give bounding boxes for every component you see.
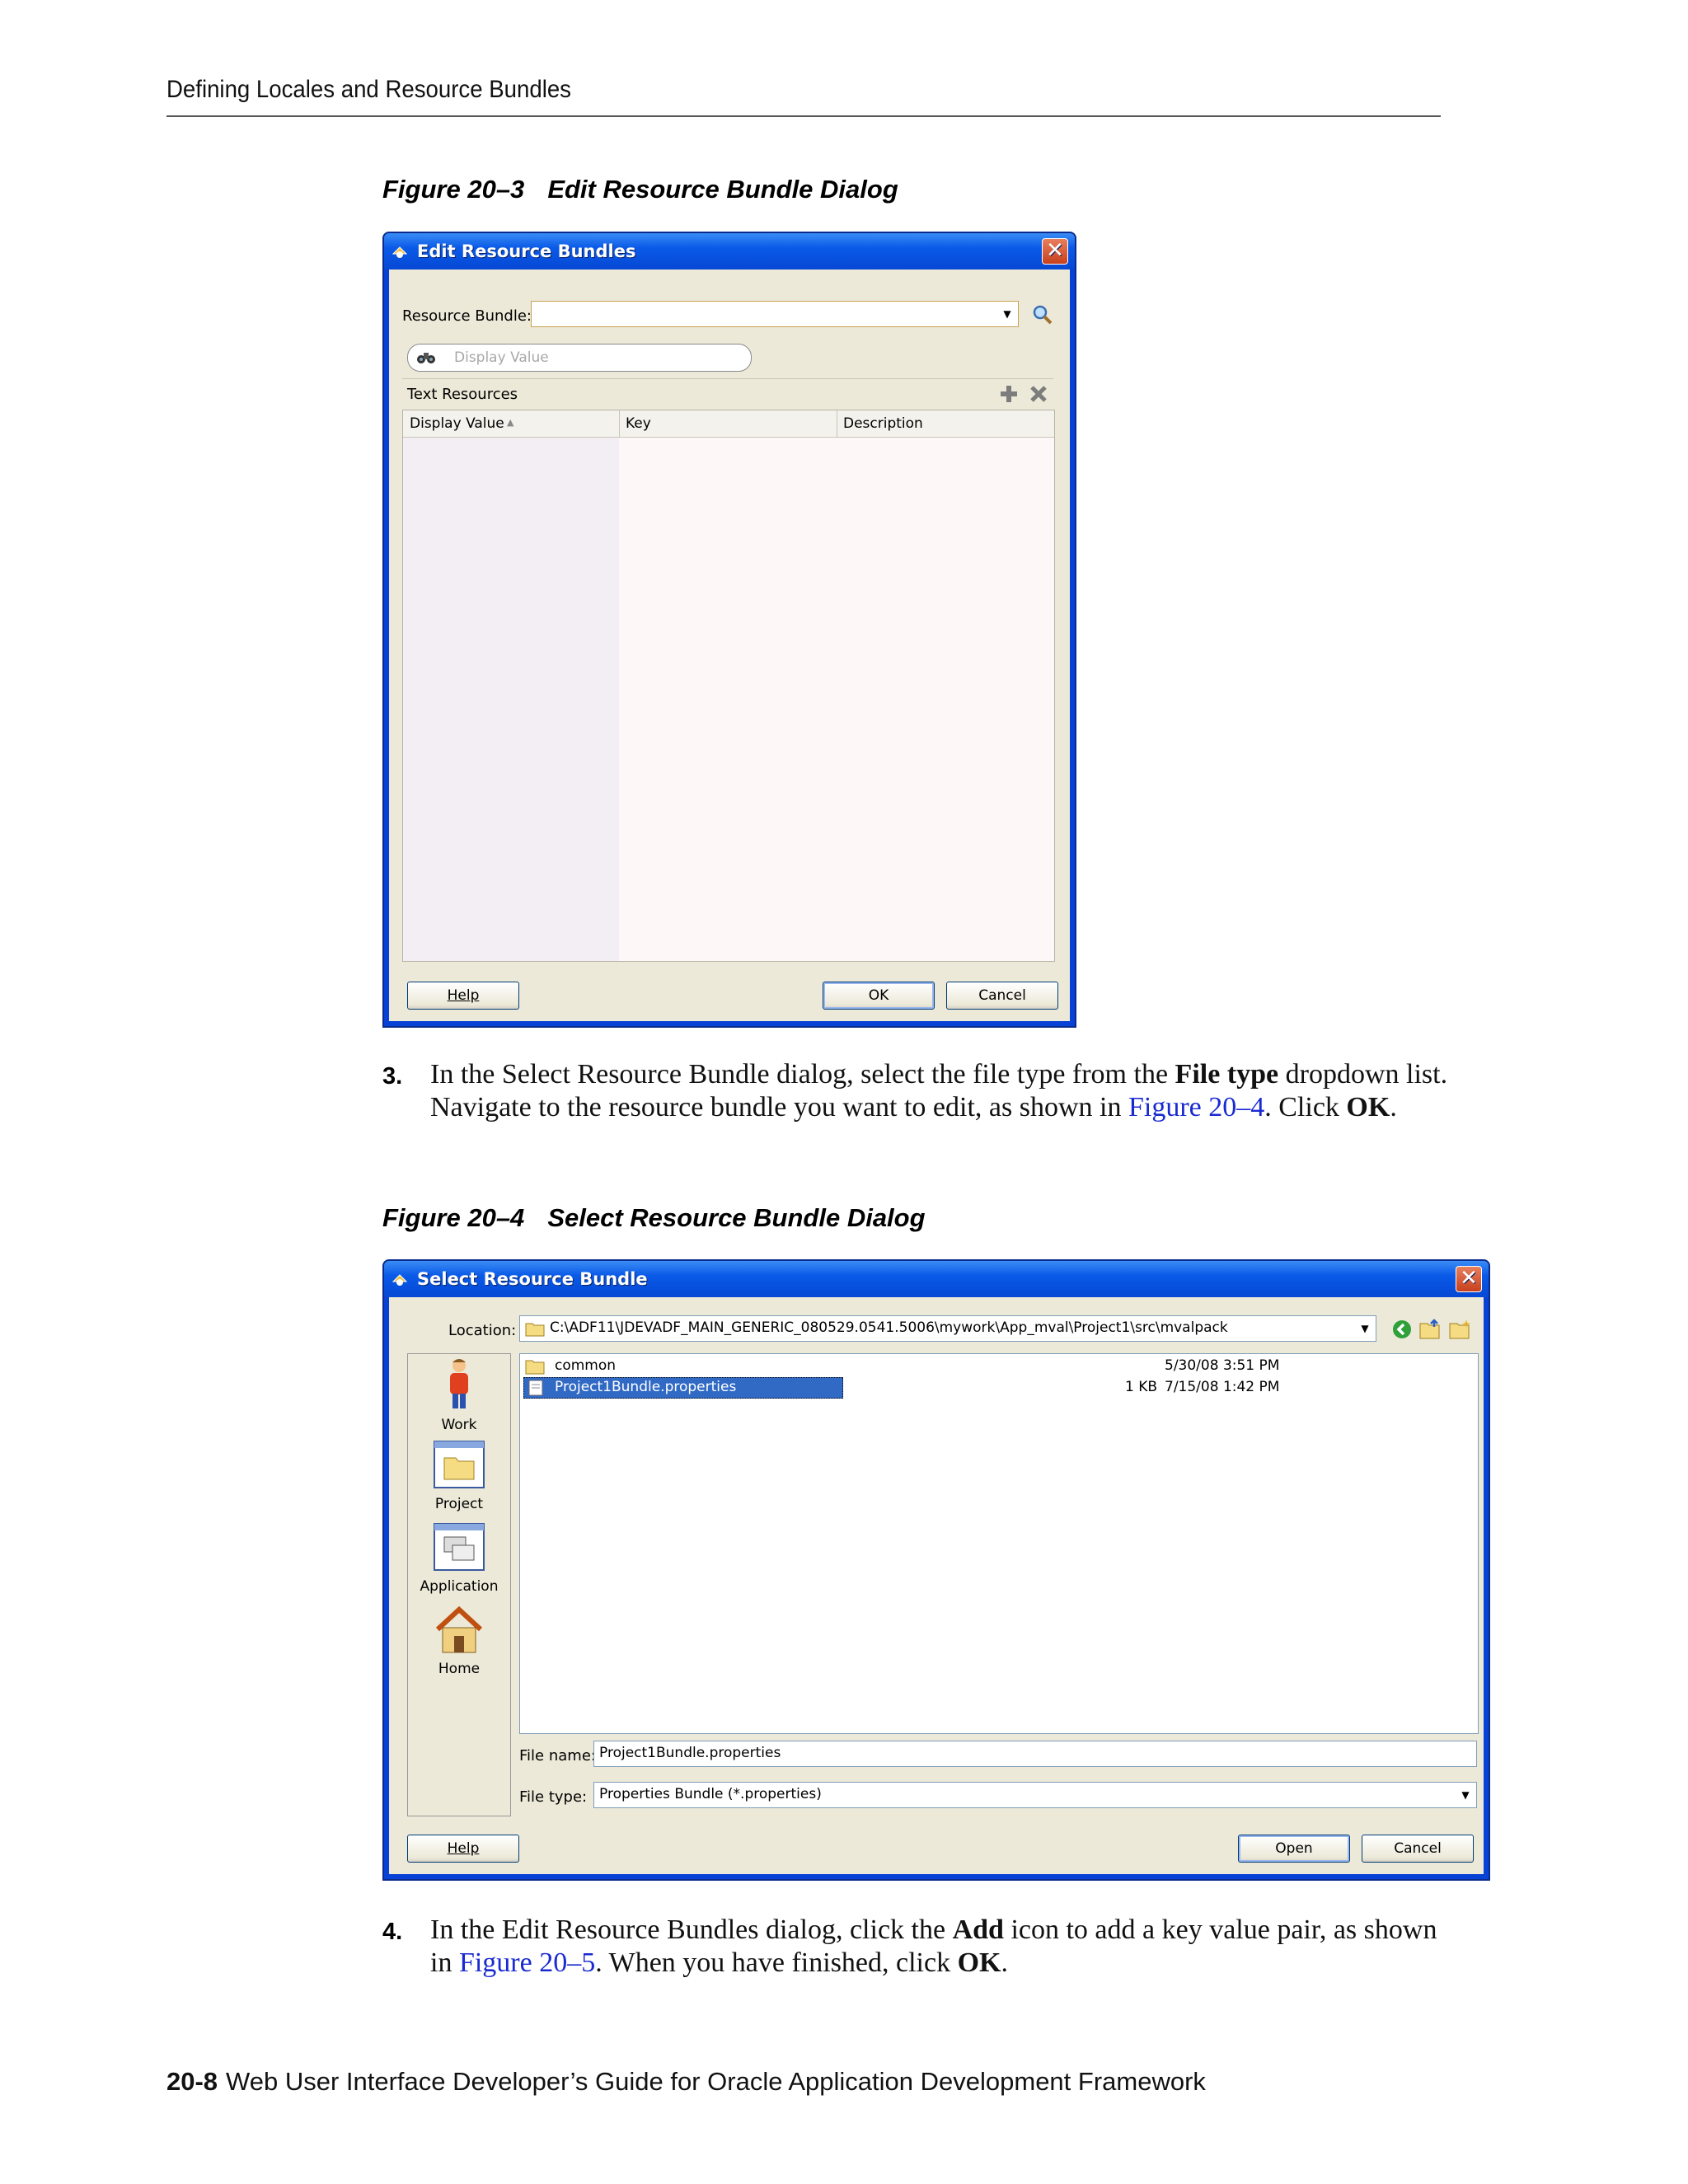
chevron-down-icon: ▼ bbox=[1003, 308, 1011, 320]
figure-title: Edit Resource Bundle Dialog bbox=[547, 175, 898, 204]
text-resources-table: Display Value ▲ Key Description bbox=[402, 410, 1055, 962]
step-4-text: In the Edit Resource Bundles dialog, cli… bbox=[430, 1915, 1437, 1978]
jdeveloper-icon bbox=[392, 1274, 408, 1286]
book-title: Web User Interface Developer’s Guide for… bbox=[226, 2067, 1206, 2096]
resource-bundle-label: Resource Bundle: bbox=[402, 307, 532, 325]
location-dropdown[interactable]: C:\ADF11\JDEVADF_MAIN_GENERIC_080529.054… bbox=[519, 1315, 1376, 1342]
page-number: 20-8 bbox=[166, 2067, 218, 2096]
header-rule bbox=[166, 115, 1441, 117]
file-name-input[interactable]: Project1Bundle.properties bbox=[593, 1741, 1477, 1767]
project-icon bbox=[434, 1441, 485, 1488]
figure-number: Figure 20–4 bbox=[382, 1203, 525, 1232]
dialog-titlebar: Edit Resource Bundles ✕ bbox=[384, 233, 1075, 269]
column-header-key[interactable]: Key bbox=[619, 410, 837, 437]
text-resources-label: Text Resources bbox=[407, 386, 518, 403]
new-folder-icon[interactable] bbox=[1449, 1319, 1472, 1340]
cancel-button[interactable]: Cancel bbox=[946, 982, 1058, 1010]
dialog-title: Edit Resource Bundles bbox=[417, 241, 636, 261]
user-icon bbox=[450, 1359, 468, 1408]
folder-icon bbox=[525, 1360, 545, 1375]
figure-link[interactable]: Figure 20–5 bbox=[459, 1947, 595, 1978]
places-bar: Work Project Application Home bbox=[407, 1353, 511, 1816]
list-item[interactable]: common 5/30/08 3:51 PM bbox=[523, 1356, 1471, 1377]
up-folder-icon[interactable] bbox=[1419, 1319, 1442, 1340]
column-header-description[interactable]: Description bbox=[837, 410, 1054, 437]
step-number: 4. bbox=[382, 1919, 403, 1945]
sort-ascending-icon: ▲ bbox=[507, 417, 514, 428]
places-item-project[interactable]: Project bbox=[408, 1440, 510, 1522]
figure-link[interactable]: Figure 20–4 bbox=[1128, 1092, 1264, 1122]
table-header-row: Display Value ▲ Key Description bbox=[403, 410, 1054, 438]
select-resource-bundle-dialog: Select Resource Bundle ✕ Location: C:\AD… bbox=[382, 1259, 1490, 1881]
search-icon[interactable] bbox=[1032, 304, 1053, 326]
display-value-search-field[interactable]: Display Value bbox=[407, 344, 752, 372]
file-name-label: File name: bbox=[519, 1747, 596, 1765]
step-number: 3. bbox=[382, 1063, 403, 1090]
figure-number: Figure 20–3 bbox=[382, 175, 525, 204]
folder-icon bbox=[525, 1323, 545, 1337]
help-button[interactable]: Help bbox=[407, 982, 519, 1010]
help-button[interactable]: Help bbox=[407, 1835, 519, 1863]
cancel-button[interactable]: Cancel bbox=[1362, 1835, 1474, 1863]
file-type-label: File type: bbox=[519, 1788, 588, 1806]
places-item-application[interactable]: Application bbox=[408, 1522, 510, 1605]
figure-caption: Figure 20–4 Select Resource Bundle Dialog bbox=[382, 1203, 926, 1233]
places-item-work[interactable]: Work bbox=[408, 1357, 510, 1440]
close-button[interactable]: ✕ bbox=[1042, 238, 1068, 265]
dialog-titlebar: Select Resource Bundle ✕ bbox=[384, 1261, 1489, 1297]
chevron-down-icon: ▼ bbox=[1461, 1789, 1470, 1801]
dialog-title: Select Resource Bundle bbox=[417, 1269, 648, 1289]
figure-title: Select Resource Bundle Dialog bbox=[547, 1203, 926, 1232]
running-header: Defining Locales and Resource Bundles bbox=[166, 76, 571, 103]
delete-icon[interactable] bbox=[1029, 384, 1048, 404]
dialog-client: Location: C:\ADF11\JDEVADF_MAIN_GENERIC_… bbox=[389, 1297, 1484, 1874]
file-type-dropdown[interactable]: Properties Bundle (*.properties) ▼ bbox=[593, 1782, 1477, 1808]
edit-resource-bundles-dialog: Edit Resource Bundles ✕ Resource Bundle:… bbox=[382, 232, 1076, 1028]
search-placeholder: Display Value bbox=[454, 349, 549, 366]
file-icon bbox=[528, 1380, 543, 1396]
application-icon bbox=[434, 1523, 485, 1571]
column-header-display-value[interactable]: Display Value ▲ bbox=[403, 410, 620, 437]
open-button[interactable]: Open bbox=[1238, 1835, 1350, 1863]
chevron-down-icon: ▼ bbox=[1361, 1323, 1369, 1334]
back-icon[interactable] bbox=[1391, 1319, 1413, 1340]
figure-caption: Figure 20–3 Edit Resource Bundle Dialog bbox=[382, 175, 898, 204]
add-icon[interactable] bbox=[999, 384, 1019, 404]
text-resources-header: Text Resources bbox=[402, 378, 1053, 410]
file-list: common 5/30/08 3:51 PM Project1Bundle.pr… bbox=[519, 1353, 1479, 1734]
page-footer: 20-8 Web User Interface Developer’s Guide… bbox=[166, 2067, 1206, 2097]
binoculars-icon bbox=[417, 353, 435, 363]
dialog-client: Resource Bundle: ▼ Display Value Text Re… bbox=[389, 269, 1070, 1021]
step-3-text: In the Select Resource Bundle dialog, se… bbox=[430, 1059, 1448, 1122]
ok-button[interactable]: OK bbox=[823, 982, 935, 1010]
resource-bundle-dropdown[interactable]: ▼ bbox=[531, 301, 1019, 327]
list-item-selected[interactable]: Project1Bundle.properties 1 KB 7/15/08 1… bbox=[523, 1377, 1471, 1399]
location-label: Location: bbox=[448, 1322, 517, 1339]
home-icon bbox=[435, 1605, 483, 1653]
jdeveloper-icon bbox=[392, 246, 408, 258]
close-button[interactable]: ✕ bbox=[1456, 1266, 1482, 1292]
display-value-column-body bbox=[403, 438, 619, 961]
places-item-home[interactable]: Home bbox=[408, 1605, 510, 1687]
